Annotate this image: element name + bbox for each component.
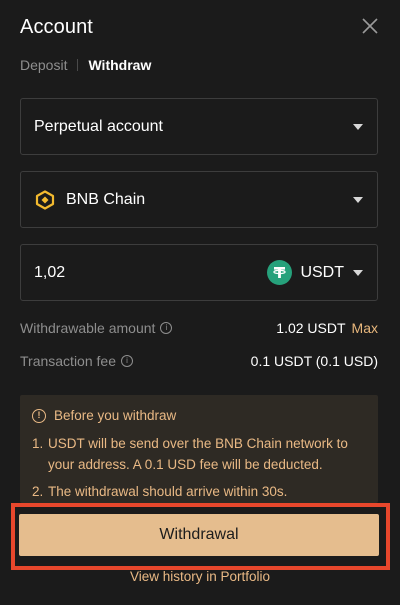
info-circle-icon: ! (32, 408, 46, 423)
amount-field[interactable]: USDT (20, 244, 378, 301)
network-select[interactable]: BNB Chain (20, 171, 378, 228)
fee-label: Transaction fee (20, 353, 116, 369)
chevron-down-icon (353, 123, 363, 130)
max-button[interactable]: Max (352, 320, 378, 336)
tab-divider (77, 59, 79, 71)
tether-icon (267, 260, 293, 285)
amount-input[interactable] (34, 245, 268, 300)
view-history-link[interactable]: View history in Portfolio (0, 569, 400, 584)
withdrawal-button[interactable]: Withdrawal (19, 514, 379, 556)
panel-header: Account (20, 16, 380, 40)
asset-label: USDT (300, 263, 344, 281)
asset-select[interactable]: USDT (267, 260, 363, 285)
close-icon[interactable] (360, 16, 380, 36)
fee-value: 0.1 USDT (0.1 USD) (250, 353, 378, 369)
tab-withdraw[interactable]: Withdraw (88, 57, 151, 73)
bnb-chain-icon (34, 189, 56, 211)
fee-row: Transaction fee i 0.1 USDT (0.1 USD) (20, 352, 378, 370)
withdrawable-row: Withdrawable amount i 1.02 USDT Max (20, 319, 378, 337)
notice-title: Before you withdraw (54, 408, 177, 423)
info-icon[interactable]: i (120, 355, 133, 367)
withdraw-notice: ! Before you withdraw 1. USDT will be se… (20, 395, 378, 503)
panel-title: Account (20, 16, 93, 38)
withdrawable-label: Withdrawable amount (20, 320, 156, 336)
withdrawable-value: 1.02 USDT (276, 320, 346, 336)
tab-deposit[interactable]: Deposit (20, 57, 67, 73)
account-panel: Account Deposit Withdraw Perpetual accou… (0, 0, 400, 605)
deposit-withdraw-tabs: Deposit Withdraw (20, 57, 151, 73)
info-icon[interactable]: i (160, 322, 173, 334)
account-select[interactable]: Perpetual account (20, 98, 378, 155)
chevron-down-icon (353, 196, 363, 203)
account-select-value: Perpetual account (34, 117, 163, 135)
chevron-down-icon (353, 269, 363, 276)
network-select-value: BNB Chain (66, 190, 146, 208)
list-item: 1. USDT will be send over the BNB Chain … (32, 436, 348, 472)
list-item: 2. The withdrawal should arrive within 3… (32, 484, 288, 499)
